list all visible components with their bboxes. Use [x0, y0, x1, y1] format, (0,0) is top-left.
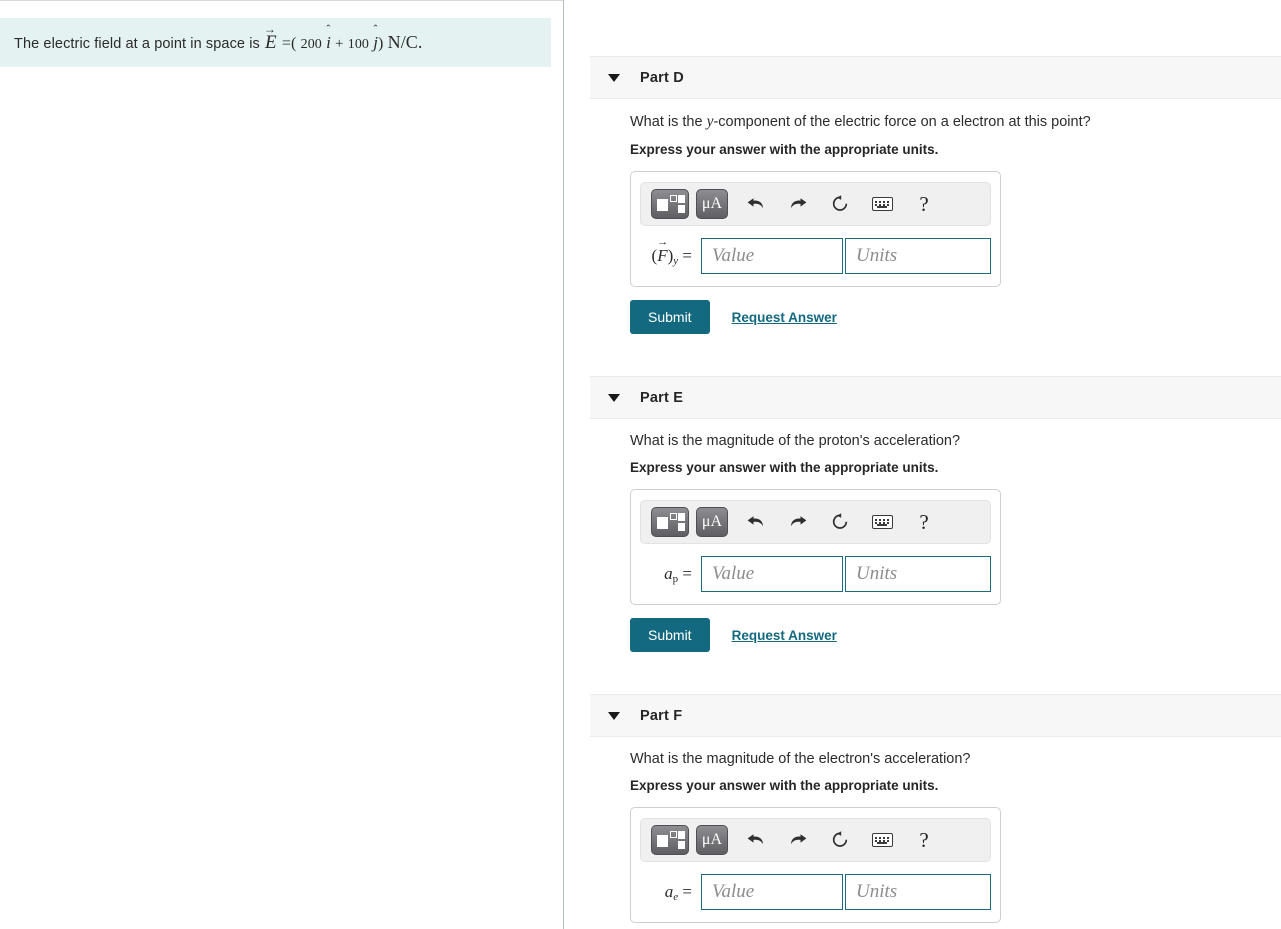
vector-arrow-icon: →	[657, 236, 669, 248]
express-note-d: Express your answer with the appropriate…	[630, 142, 939, 157]
hat-icon: ˆ	[326, 21, 331, 36]
question-text-f: What is the magnitude of the electron's …	[630, 751, 971, 767]
part-block-d: Part D What is the y-component of the el…	[564, 56, 1281, 334]
micro-angstrom-label: μA	[701, 831, 723, 848]
field-units: N/C.	[387, 31, 423, 52]
reset-icon[interactable]	[823, 507, 857, 537]
problem-statement-box: The electric field at a point in space i…	[0, 18, 551, 67]
express-note-f: Express your answer with the appropriate…	[630, 778, 939, 793]
close-paren: )	[378, 34, 384, 52]
keyboard-icon[interactable]	[865, 825, 899, 855]
redo-icon[interactable]	[781, 189, 815, 219]
chevron-down-icon[interactable]	[608, 393, 620, 402]
hat-icon: ˆ	[373, 21, 378, 36]
value-input-f[interactable]	[701, 874, 843, 910]
micro-angstrom-label: μA	[701, 513, 723, 530]
math-toolbar-e: μA ?	[640, 500, 991, 544]
j-hat-unit-vector: ˆj	[373, 21, 379, 52]
part-block-e: Part E What is the magnitude of the prot…	[564, 376, 1281, 652]
value-input-e[interactable]	[701, 556, 843, 592]
part-title-e: Part E	[640, 389, 684, 406]
answer-widget-e: μA ? ap = Value Units	[630, 489, 1001, 605]
submit-button-e[interactable]: Submit	[630, 618, 710, 652]
problem-statement-text: The electric field at a point in space i…	[0, 21, 423, 54]
reset-icon[interactable]	[823, 189, 857, 219]
question-text-d: What is the y-component of the electric …	[630, 113, 1091, 130]
micro-angstrom-label: μA	[701, 195, 723, 212]
micro-angstrom-icon[interactable]: μA	[696, 825, 728, 855]
help-icon[interactable]: ?	[907, 825, 941, 855]
part-body-e: What is the magnitude of the proton's ac…	[564, 419, 1281, 652]
template-layout-icon[interactable]	[651, 825, 689, 855]
template-layout-icon[interactable]	[651, 189, 689, 219]
problem-statement-panel: The electric field at a point in space i…	[0, 0, 564, 929]
help-icon[interactable]: ?	[907, 507, 941, 537]
express-note-e: Express your answer with the appropriate…	[630, 460, 939, 475]
redo-icon[interactable]	[781, 507, 815, 537]
answer-subscript-e: p	[672, 573, 679, 585]
equals-open-paren: =(	[281, 34, 297, 52]
micro-angstrom-icon[interactable]: μA	[696, 189, 728, 219]
answer-page: The electric field at a point in space i…	[0, 0, 1281, 929]
help-icon[interactable]: ?	[907, 189, 941, 219]
parts-panel: Part D What is the y-component of the el…	[564, 0, 1281, 929]
units-input-f[interactable]	[845, 874, 991, 910]
electric-field-vector-symbol: → E	[263, 21, 277, 53]
vector-arrow-icon: →	[263, 21, 276, 36]
force-vector-symbol: → F	[657, 236, 669, 266]
answer-entry-row-e: ap =	[640, 556, 991, 592]
keyboard-icon[interactable]	[865, 507, 899, 537]
micro-angstrom-icon[interactable]: μA	[696, 507, 728, 537]
submit-button-d[interactable]: Submit	[630, 300, 710, 334]
part-title-d: Part D	[640, 69, 684, 86]
undo-icon[interactable]	[739, 825, 773, 855]
part-body-d: What is the y-component of the electric …	[564, 99, 1281, 334]
redo-icon[interactable]	[781, 825, 815, 855]
reset-icon[interactable]	[823, 825, 857, 855]
part-block-f: Part F What is the magnitude of the elec…	[564, 694, 1281, 929]
i-hat-unit-vector: ˆi	[326, 21, 331, 52]
answer-widget-f: μA ? ae = Value Units	[630, 807, 1001, 923]
units-input-d[interactable]	[845, 238, 991, 274]
part-title-f: Part F	[640, 707, 683, 724]
chevron-down-icon[interactable]	[608, 73, 620, 82]
answer-subscript-d: y	[673, 255, 679, 267]
plus-sign: +	[335, 35, 344, 52]
keyboard-icon[interactable]	[865, 189, 899, 219]
value-input-d[interactable]	[701, 238, 843, 274]
answer-entry-row-f: ae =	[640, 874, 991, 910]
template-layout-icon[interactable]	[651, 507, 689, 537]
action-row-d: Submit Request Answer	[630, 300, 1281, 334]
units-input-e[interactable]	[845, 556, 991, 592]
part-header-e[interactable]: Part E	[590, 376, 1281, 419]
math-toolbar-d: μA ?	[640, 182, 991, 226]
action-row-e: Submit Request Answer	[630, 618, 1281, 652]
part-body-f: What is the magnitude of the electron's …	[564, 737, 1281, 929]
undo-icon[interactable]	[739, 507, 773, 537]
answer-widget-d: μA ? (→ F)y = Value Units	[630, 171, 1001, 287]
undo-icon[interactable]	[739, 189, 773, 219]
answer-label-f: ae =	[664, 882, 692, 903]
y-magnitude: 100	[347, 36, 370, 52]
part-header-d[interactable]: Part D	[590, 56, 1281, 99]
question-text-e: What is the magnitude of the proton's ac…	[630, 433, 961, 449]
math-toolbar-f: μA ?	[640, 818, 991, 862]
answer-entry-row-d: (→ F)y =	[640, 236, 991, 274]
answer-label-d: (→ F)y =	[651, 236, 692, 268]
x-magnitude: 200	[300, 36, 322, 52]
answer-label-e: ap =	[664, 564, 692, 585]
problem-lead-text: The electric field at a point in space i…	[14, 35, 260, 52]
part-header-f[interactable]: Part F	[590, 694, 1281, 737]
answer-subscript-f: e	[673, 891, 679, 903]
chevron-down-icon[interactable]	[608, 711, 620, 720]
request-answer-link-d[interactable]: Request Answer	[732, 310, 837, 325]
request-answer-link-e[interactable]: Request Answer	[732, 628, 837, 643]
